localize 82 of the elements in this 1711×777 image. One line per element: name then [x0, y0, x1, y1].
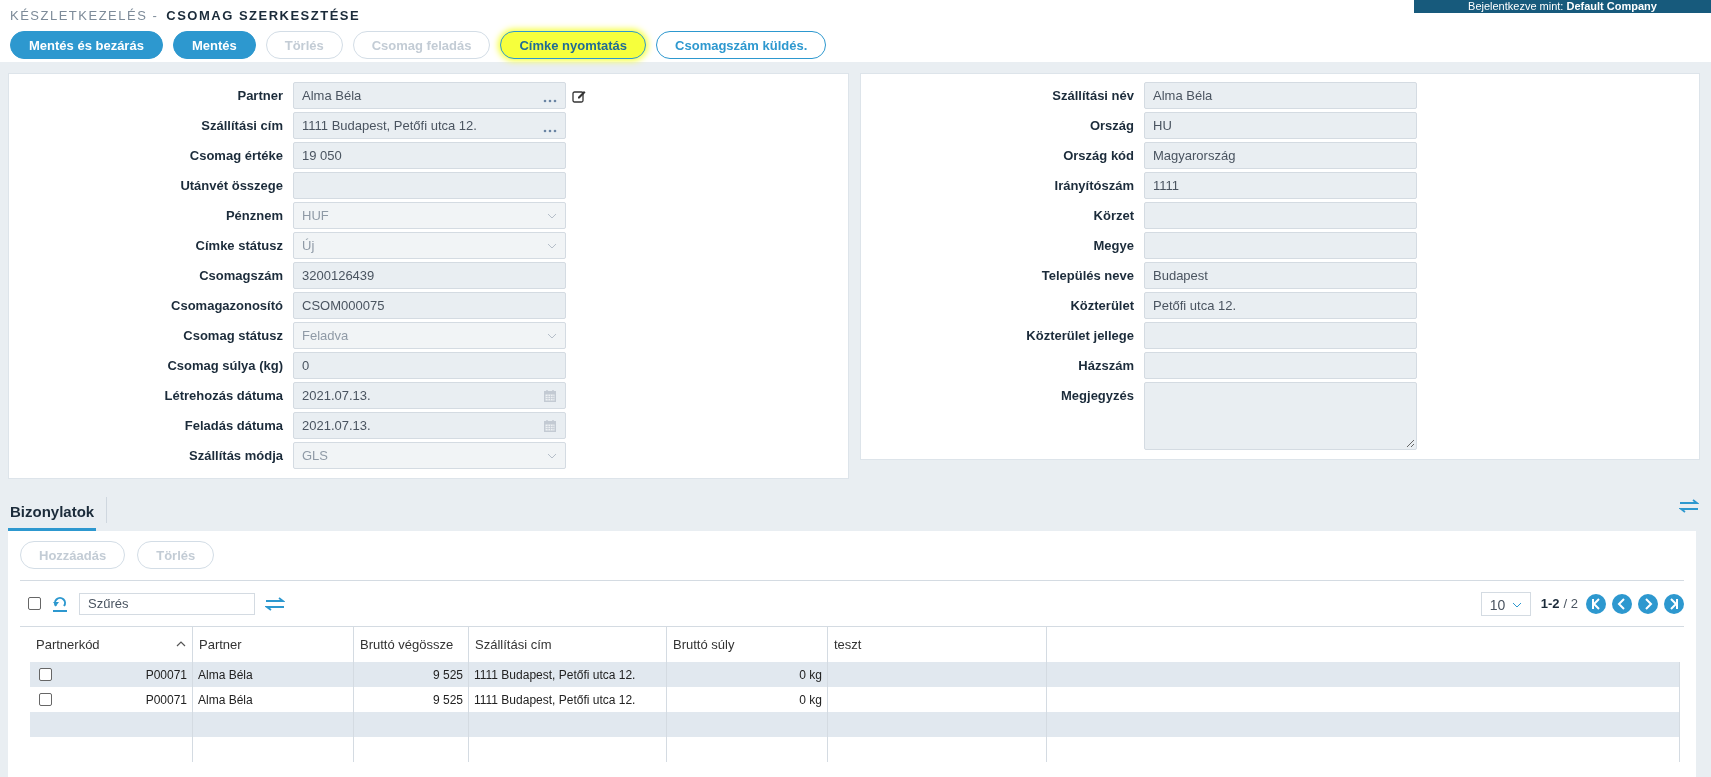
input-field[interactable]: 3200126439 — [293, 262, 566, 289]
row-checkbox[interactable] — [39, 693, 52, 706]
page-title: CSOMAG SZERKESZTÉSE — [166, 7, 361, 23]
field-label: Létrehozás dátuma — [163, 387, 283, 405]
field-label: Házszám — [1077, 357, 1134, 375]
swap-icon[interactable] — [1679, 499, 1699, 513]
table-cell: 0 kg — [799, 667, 822, 682]
table-cell: 1111 Budapest, Petőfi utca 12. — [474, 692, 636, 707]
input-field[interactable]: 0 — [293, 352, 566, 379]
field-label: Címke státusz — [194, 237, 283, 255]
input-field[interactable] — [1144, 322, 1417, 349]
field-label: Pénznem — [224, 207, 283, 225]
chevron-down-icon[interactable] — [547, 212, 557, 219]
input-field[interactable]: Budapest — [1144, 262, 1417, 289]
field-label: Körzet — [1092, 207, 1134, 225]
swap-icon[interactable] — [265, 596, 285, 611]
input-field[interactable]: HU — [1144, 112, 1417, 139]
field-label: Utánvét összege — [179, 177, 283, 195]
chevron-down-icon[interactable] — [547, 452, 557, 459]
input-field[interactable]: 19 050 — [293, 142, 566, 169]
table-cell: 1111 Budapest, Petőfi utca 12. — [474, 667, 636, 682]
more-icon[interactable] — [543, 128, 557, 133]
resize-grip-icon[interactable] — [1406, 439, 1414, 447]
user-banner: Bejelentkezve mint: Default Company — [1414, 0, 1711, 13]
field-label: Feladás dátuma — [183, 417, 283, 435]
more-icon[interactable] — [543, 98, 557, 103]
field-label: Megjegyzés — [1060, 387, 1134, 405]
table-cell: Alma Béla — [198, 667, 253, 682]
field-label: Csomag súlya (kg) — [166, 357, 283, 375]
first-page-icon[interactable] — [1586, 593, 1606, 614]
field-label: Ország kód — [1062, 147, 1134, 165]
date-field[interactable]: 2021.07.13. — [293, 382, 566, 409]
toolbar-button[interactable]: Címke nyomtatás — [500, 31, 647, 59]
table-cell: 9 525 — [432, 667, 463, 682]
input-field[interactable]: 1111 — [1144, 172, 1417, 199]
input-field[interactable]: 1111 Budapest, Petőfi utca 12. — [293, 112, 566, 139]
select-all-checkbox[interactable] — [28, 597, 41, 610]
last-page-icon[interactable] — [1664, 593, 1684, 614]
field-label: Közterület — [1069, 297, 1134, 315]
date-field[interactable]: 2021.07.13. — [293, 412, 566, 439]
breadcrumb: KÉSZLETKEZELÉS - — [10, 7, 159, 23]
next-page-icon[interactable] — [1638, 593, 1658, 614]
input-field[interactable] — [1144, 202, 1417, 229]
field-label: Csomagszám — [198, 267, 283, 285]
field-label: Szállítási név — [1051, 87, 1134, 105]
table-cell: 0 kg — [799, 692, 822, 707]
previous-page-icon[interactable] — [1612, 593, 1632, 614]
field-label: Irányítószám — [1053, 177, 1134, 195]
table-cell: P00071 — [145, 692, 187, 707]
input-field[interactable]: Alma Béla — [293, 82, 566, 109]
row-checkbox[interactable] — [39, 668, 52, 681]
input-field[interactable]: CSOM000075 — [293, 292, 566, 319]
chevron-down-icon[interactable] — [547, 332, 557, 339]
field-label: Partner — [236, 87, 283, 105]
table-cell: 9 525 — [432, 692, 463, 707]
field-label: Település neve — [1040, 267, 1134, 285]
input-field[interactable]: Magyarország — [1144, 142, 1417, 169]
field-label: Közterület jellege — [1025, 327, 1134, 345]
field-label: Csomag státusz — [182, 327, 283, 345]
textarea-field[interactable] — [1144, 382, 1417, 450]
reset-icon[interactable] — [51, 595, 69, 612]
input-field[interactable] — [1144, 352, 1417, 379]
edit-icon[interactable] — [572, 88, 586, 103]
table-cell: P00071 — [145, 667, 187, 682]
field-label: Csomagazonosító — [170, 297, 283, 315]
field-label: Megye — [1092, 237, 1134, 255]
field-label: Szállítási cím — [200, 117, 283, 135]
table-cell: Alma Béla — [198, 692, 253, 707]
input-field[interactable]: Alma Béla — [1144, 82, 1417, 109]
page-range: 1-2 — [1540, 596, 1560, 611]
field-label: Ország — [1088, 117, 1134, 135]
chevron-down-icon[interactable] — [1511, 601, 1522, 608]
input-field[interactable]: Petőfi utca 12. — [1144, 292, 1417, 319]
field-label: Csomag értéke — [188, 147, 283, 165]
input-field[interactable] — [1144, 232, 1417, 259]
input-field[interactable] — [293, 172, 566, 199]
field-label: Szállítás módja — [188, 447, 283, 465]
page-total: / 2 — [1563, 596, 1578, 611]
filter-field[interactable]: Szűrés — [79, 592, 255, 615]
page-size-dropdown[interactable]: 10 — [1480, 591, 1531, 616]
chevron-down-icon[interactable] — [547, 242, 557, 249]
sort-ascending-icon[interactable] — [176, 641, 186, 647]
